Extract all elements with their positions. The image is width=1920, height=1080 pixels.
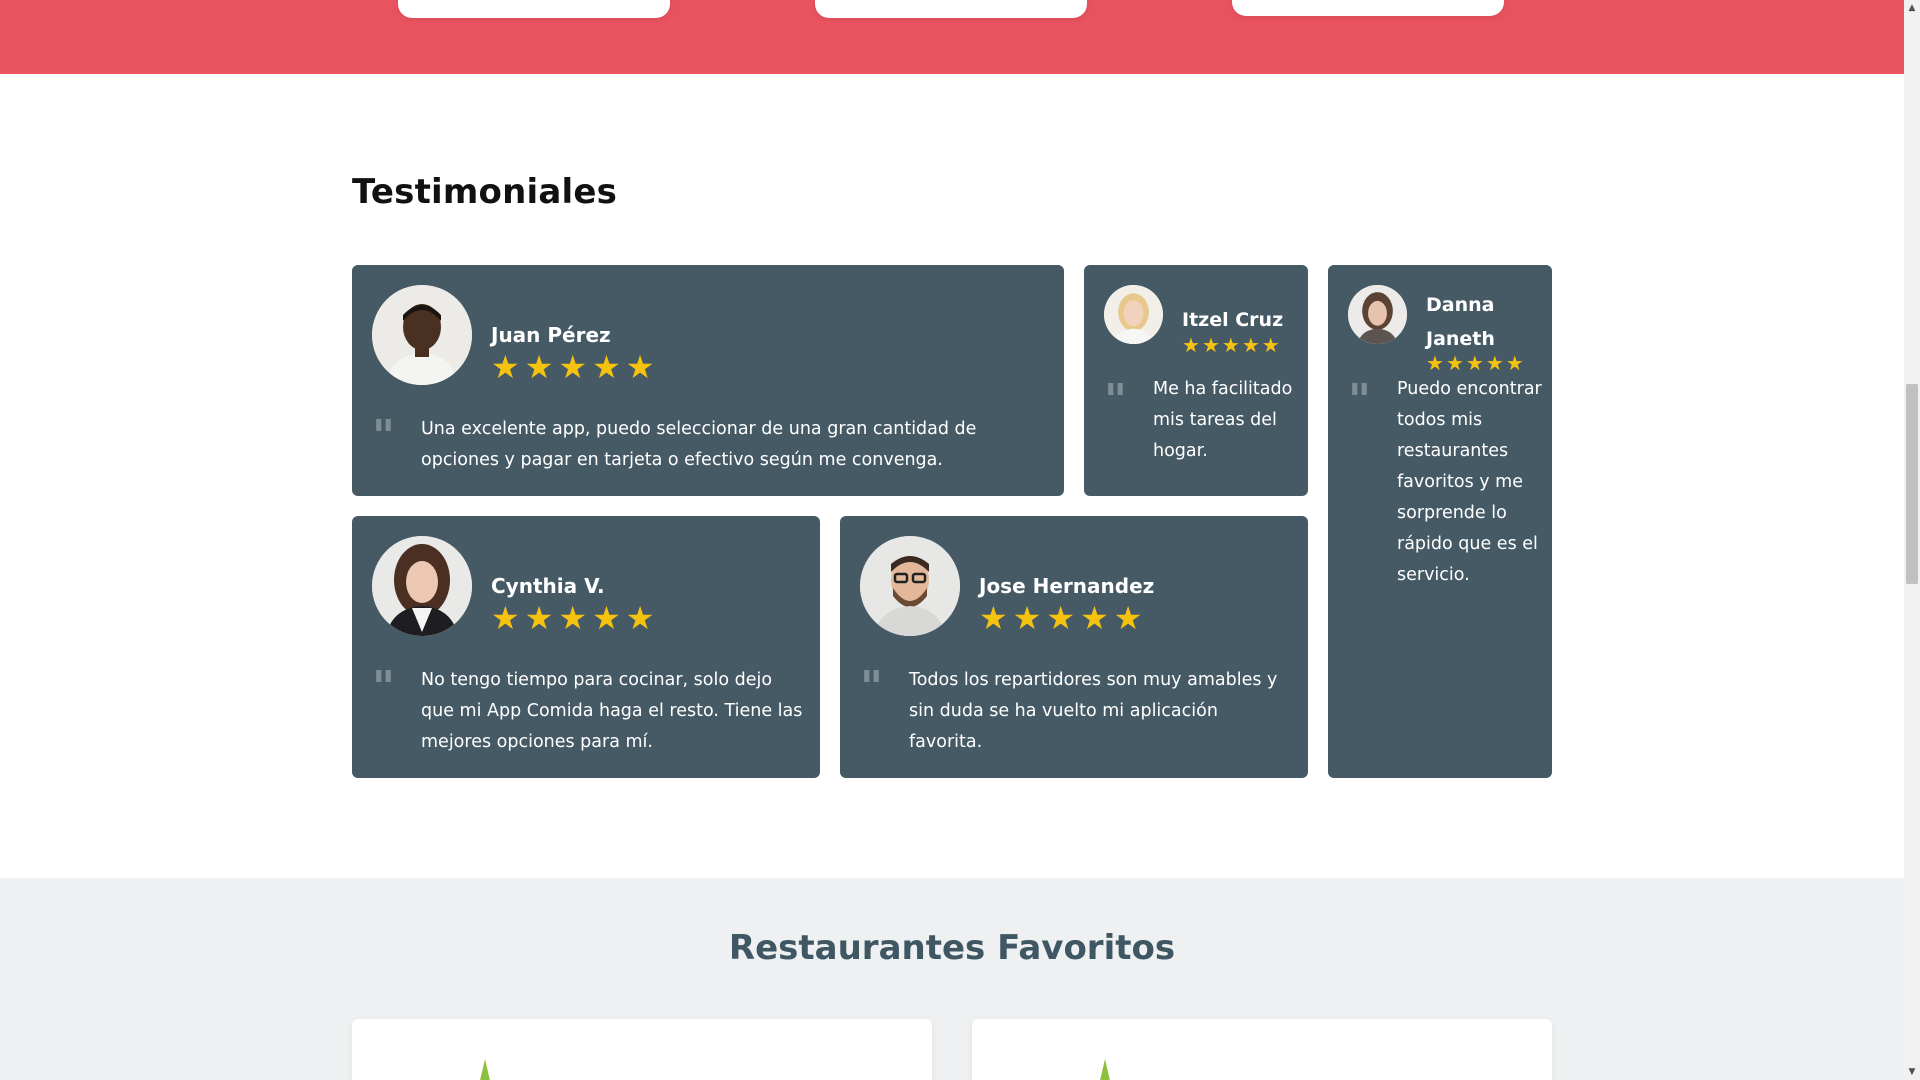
star-icon: ★ <box>592 348 621 386</box>
star-icon: ★ <box>524 348 554 386</box>
scrollbar[interactable]: ▲ ▼ <box>1904 0 1920 1080</box>
testimonial-name: Itzel Cruz <box>1182 309 1284 331</box>
page: Testimoniales Juan Pérez ★ ★ ★ ★ ★ " Una… <box>0 0 1904 1080</box>
testimonial-card-itzel: Itzel Cruz ★ ★ ★ ★ ★ " Me ha facilitado … <box>1084 265 1308 496</box>
avatar <box>372 536 472 636</box>
rating-stars: ★ ★ ★ ★ ★ <box>1426 353 1524 373</box>
leaf-icon <box>1098 1059 1112 1080</box>
star-icon: ★ <box>625 348 655 386</box>
star-icon: ★ <box>1046 599 1076 637</box>
star-icon: ★ <box>1113 599 1143 637</box>
star-icon: ★ <box>625 599 655 637</box>
testimonial-text: Una excelente app, puedo seleccionar de … <box>421 419 977 470</box>
star-icon: ★ <box>979 599 1008 637</box>
scroll-up-icon[interactable]: ▲ <box>1904 0 1920 16</box>
quote-icon: " <box>372 411 395 462</box>
testimonial-card-jose: Jose Hernandez ★ ★ ★ ★ ★ " Todos los rep… <box>840 516 1308 778</box>
feature-card <box>398 0 670 18</box>
testimonial-name: Cynthia V. <box>491 574 605 598</box>
quote-icon: " <box>372 662 395 713</box>
restaurant-card[interactable] <box>352 1019 932 1080</box>
star-icon: ★ <box>1445 351 1464 375</box>
testimonial-text: Todos los repartidores son muy amables y… <box>909 670 1278 752</box>
scroll-down-icon[interactable]: ▼ <box>1904 1064 1920 1080</box>
star-icon: ★ <box>1080 599 1109 637</box>
favorites-section <box>0 878 1904 1080</box>
avatar <box>1104 285 1163 344</box>
leaf-icon <box>478 1059 492 1080</box>
quote-icon: " <box>1104 375 1127 426</box>
testimonial-text: No tengo tiempo para cocinar, solo dejo … <box>421 670 803 752</box>
star-icon: ★ <box>491 599 520 637</box>
rating-stars: ★ ★ ★ ★ ★ <box>491 351 654 383</box>
testimonial-text: Me ha facilitado mis tareas del hogar. <box>1153 379 1293 461</box>
avatar <box>1348 285 1407 344</box>
star-icon: ★ <box>592 599 621 637</box>
star-icon: ★ <box>1485 351 1504 375</box>
rating-stars: ★ ★ ★ ★ ★ <box>979 602 1142 634</box>
feature-card <box>1232 0 1504 16</box>
avatar <box>372 285 472 385</box>
star-icon: ★ <box>1221 333 1240 357</box>
rating-stars: ★ ★ ★ ★ ★ <box>1182 335 1280 355</box>
star-icon: ★ <box>1012 599 1042 637</box>
testimonial-name: Jose Hernandez <box>979 574 1155 598</box>
testimonial-name: Juan Pérez <box>491 323 611 347</box>
testimonial-card-cynthia: Cynthia V. ★ ★ ★ ★ ★ " No tengo tiempo p… <box>352 516 820 778</box>
testimonial-name: Danna Janeth <box>1426 294 1495 350</box>
star-icon: ★ <box>1505 351 1524 375</box>
quote-icon: " <box>860 662 883 713</box>
star-icon: ★ <box>1261 333 1280 357</box>
star-icon: ★ <box>524 599 554 637</box>
star-icon: ★ <box>558 599 588 637</box>
favorites-title: Restaurantes Favoritos <box>728 928 1176 968</box>
rating-stars: ★ ★ ★ ★ ★ <box>491 602 654 634</box>
feature-card <box>815 0 1087 18</box>
testimonial-card-danna: Danna Janeth ★ ★ ★ ★ ★ " Puedo encontrar… <box>1328 265 1552 778</box>
star-icon: ★ <box>1201 333 1220 357</box>
star-icon: ★ <box>1426 351 1444 375</box>
restaurant-card[interactable] <box>972 1019 1552 1080</box>
avatar <box>860 536 960 636</box>
testimonials-title: Testimoniales <box>352 172 618 212</box>
testimonial-card-juan: Juan Pérez ★ ★ ★ ★ ★ " Una excelente app… <box>352 265 1064 496</box>
star-icon: ★ <box>491 348 520 386</box>
star-icon: ★ <box>1241 333 1260 357</box>
top-banner <box>0 0 1904 74</box>
star-icon: ★ <box>558 348 588 386</box>
star-icon: ★ <box>1465 351 1484 375</box>
quote-icon: " <box>1348 375 1371 426</box>
star-icon: ★ <box>1182 333 1200 357</box>
scroll-thumb[interactable] <box>1906 384 1918 584</box>
testimonial-text: Puedo encontrar todos mis restaurantes f… <box>1397 379 1542 585</box>
